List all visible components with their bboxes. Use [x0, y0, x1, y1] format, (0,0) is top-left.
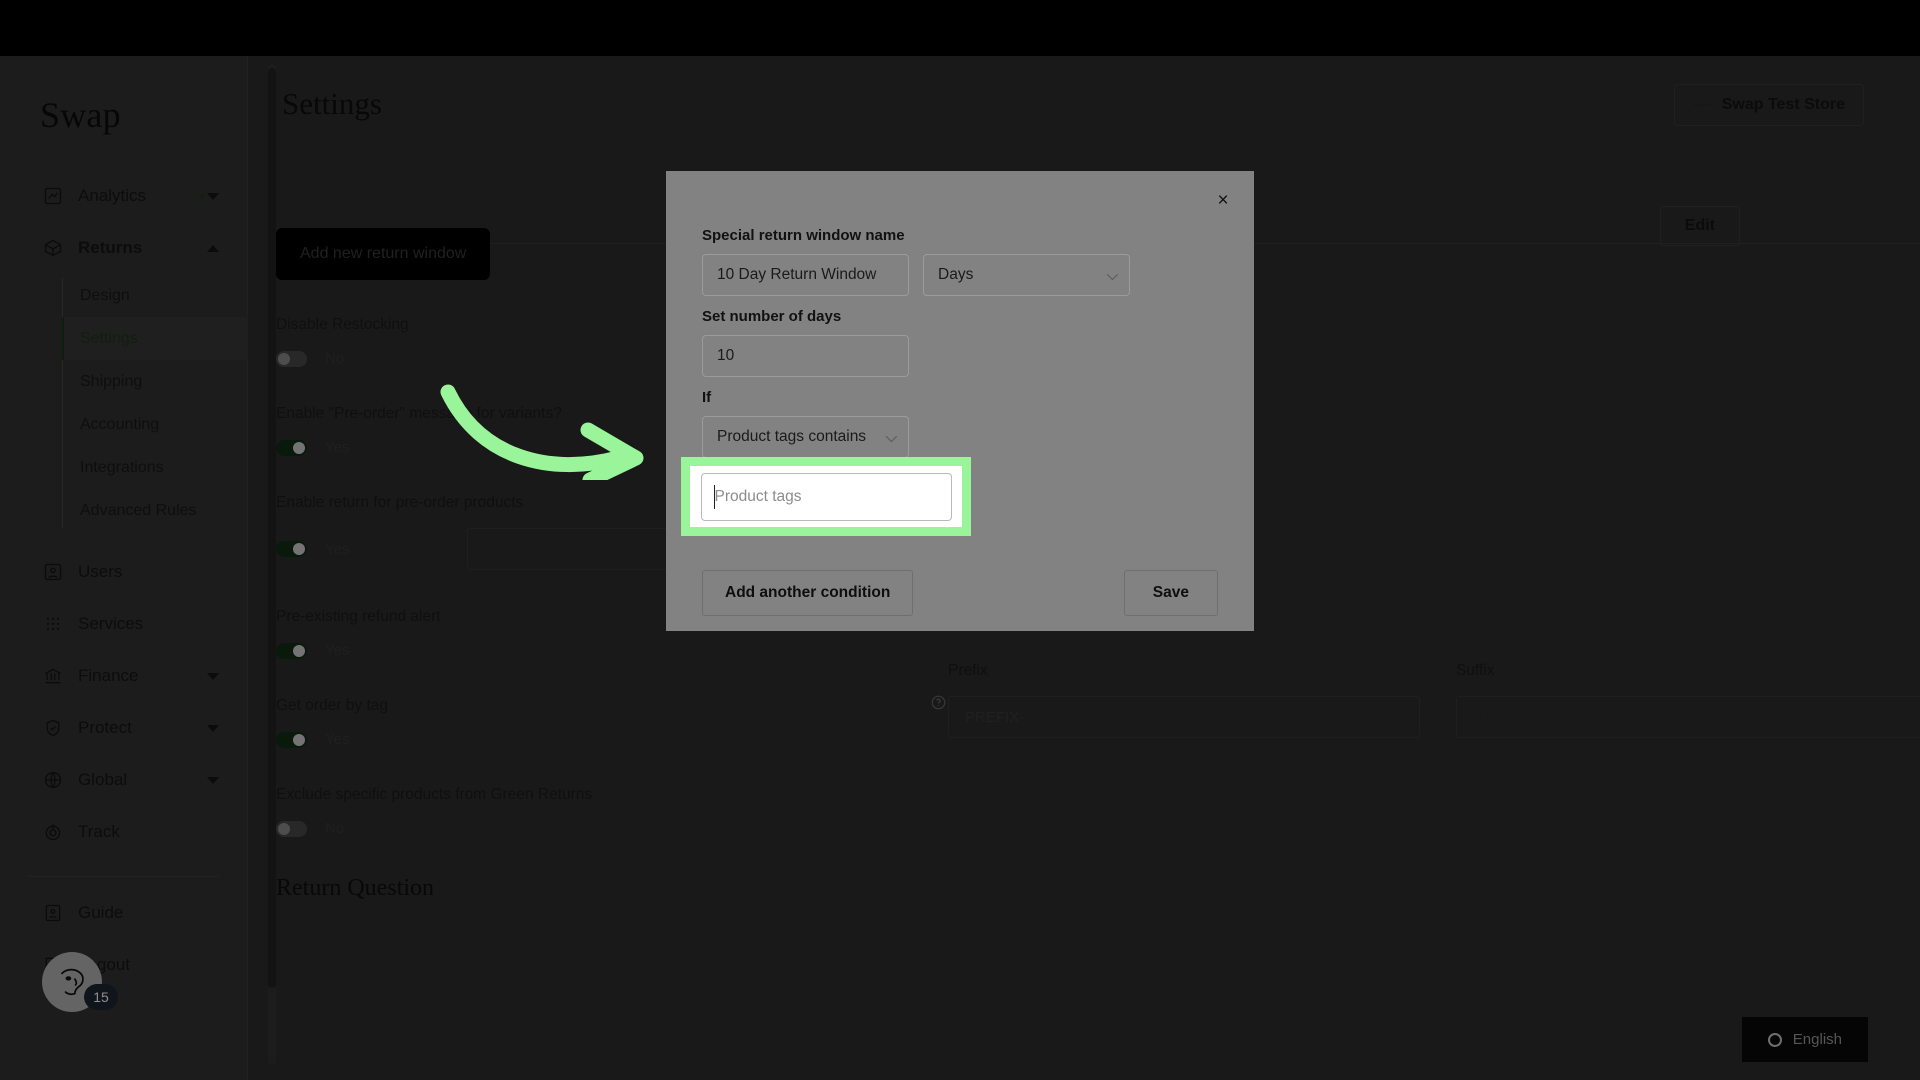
modal-name-label: Special return window name — [702, 227, 905, 244]
add-another-condition-button[interactable]: Add another condition — [702, 570, 914, 616]
close-icon[interactable]: × — [1212, 189, 1234, 211]
annotation-highlight-inner: Product tags — [690, 466, 962, 527]
number-of-days-input[interactable]: 10 — [702, 335, 909, 377]
chevron-down-icon — [1106, 268, 1119, 281]
product-tags-input[interactable]: Product tags — [700, 472, 952, 521]
return-window-name-input[interactable]: 10 Day Return Window — [702, 254, 909, 296]
modal-actions: Add another condition Save — [702, 570, 1218, 616]
special-return-window-modal: × Special return window name 10 Day Retu… — [666, 171, 1254, 631]
product-tags-placeholder: Product tags — [714, 487, 802, 505]
condition-type-select[interactable]: Product tags contains — [702, 416, 909, 458]
text-cursor — [713, 484, 715, 509]
chevron-down-icon — [885, 430, 898, 443]
modal-days-label: Set number of days — [702, 308, 842, 325]
annotation-highlight-box: Product tags — [681, 457, 971, 536]
modal-if-label: If — [702, 389, 712, 406]
condition-select-value: Product tags contains — [717, 428, 867, 445]
save-button[interactable]: Save — [1123, 570, 1218, 616]
modal-body: Special return window name 10 Day Return… — [666, 171, 1254, 616]
unit-select-value: Days — [938, 266, 974, 283]
return-window-unit-select[interactable]: Days — [923, 254, 1130, 296]
screen-root: Swap Analytics ✦ Returns Design Settings… — [0, 0, 1920, 1080]
